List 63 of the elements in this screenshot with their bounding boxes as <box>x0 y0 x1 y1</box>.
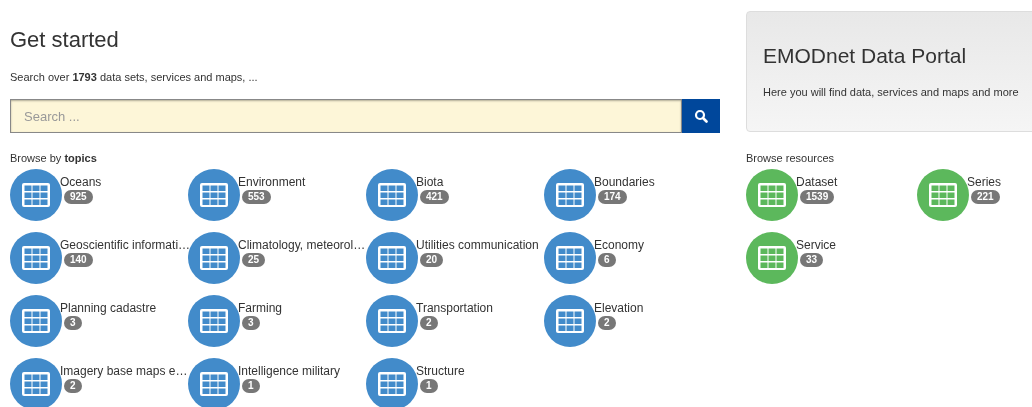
topic-link[interactable]: Utilities communication <box>416 238 539 252</box>
section-title: Browse resources <box>746 151 836 165</box>
portal-text: Here you will find data, services and maps and more <box>763 86 1020 98</box>
intro-text: Search over 1793 data sets, services and maps, ... <box>10 70 259 84</box>
count-badge: 925 <box>64 190 93 204</box>
count-badge: 140 <box>64 253 93 267</box>
topic-link[interactable]: Elevation <box>594 301 644 315</box>
topic-link[interactable]: Climatology, meteorol… <box>238 238 366 252</box>
count-badge: 553 <box>242 190 271 204</box>
count-badge: 2 <box>64 379 82 393</box>
table-icon[interactable] <box>746 169 798 221</box>
count-badge: 221 <box>971 190 1000 204</box>
topic-link[interactable]: Imagery base maps e… <box>60 364 188 378</box>
count-badge: 3 <box>242 316 260 330</box>
section-title: Browse by topics <box>10 151 98 165</box>
page-heading: Get started <box>10 27 120 53</box>
table-icon[interactable] <box>10 169 62 221</box>
count-badge: 2 <box>598 316 616 330</box>
count-badge: 25 <box>242 253 266 267</box>
count-badge: 174 <box>598 190 627 204</box>
count-badge: 1 <box>242 379 260 393</box>
table-icon[interactable] <box>10 358 62 407</box>
table-icon[interactable] <box>746 232 798 284</box>
table-icon[interactable] <box>366 295 418 347</box>
resource-link[interactable]: Service <box>796 238 836 252</box>
count-badge: 6 <box>598 253 616 267</box>
resource-link[interactable]: Dataset <box>796 175 838 189</box>
count-badge: 421 <box>420 190 449 204</box>
topic-link[interactable]: Farming <box>238 301 282 315</box>
count-badge: 20 <box>420 253 444 267</box>
topic-link[interactable]: Transportation <box>416 301 493 315</box>
topic-link[interactable]: Intelligence military <box>238 364 341 378</box>
search-button[interactable] <box>682 99 720 133</box>
count-badge: 1539 <box>800 190 835 204</box>
topic-link[interactable]: Economy <box>594 238 645 252</box>
topic-link[interactable]: Environment <box>238 175 306 189</box>
count-badge: 2 <box>420 316 438 330</box>
table-icon[interactable] <box>188 358 240 407</box>
topic-link[interactable]: Structure <box>416 364 465 378</box>
portal-title: EMODnet Data Portal <box>763 43 968 69</box>
topic-link[interactable]: Planning cadastre <box>60 301 157 315</box>
table-icon[interactable] <box>544 232 596 284</box>
table-icon[interactable] <box>366 232 418 284</box>
resource-link[interactable]: Series <box>967 175 1001 189</box>
table-icon[interactable] <box>366 169 418 221</box>
table-icon[interactable] <box>544 295 596 347</box>
search-icon <box>694 109 708 123</box>
count-badge: 3 <box>64 316 82 330</box>
count-badge: 1 <box>420 379 438 393</box>
table-icon[interactable] <box>366 358 418 407</box>
topic-link[interactable]: Biota <box>416 175 444 189</box>
table-icon[interactable] <box>544 169 596 221</box>
search-field[interactable]: Search ... <box>10 99 682 133</box>
table-icon[interactable] <box>188 232 240 284</box>
table-icon[interactable] <box>917 169 969 221</box>
topic-link[interactable]: Boundaries <box>594 175 655 189</box>
count-badge: 33 <box>800 253 824 267</box>
table-icon[interactable] <box>10 232 62 284</box>
topic-link[interactable]: Oceans <box>60 175 102 189</box>
table-icon[interactable] <box>188 169 240 221</box>
table-icon[interactable] <box>10 295 62 347</box>
table-icon[interactable] <box>188 295 240 347</box>
topic-link[interactable]: Geoscientific informati… <box>60 238 191 252</box>
